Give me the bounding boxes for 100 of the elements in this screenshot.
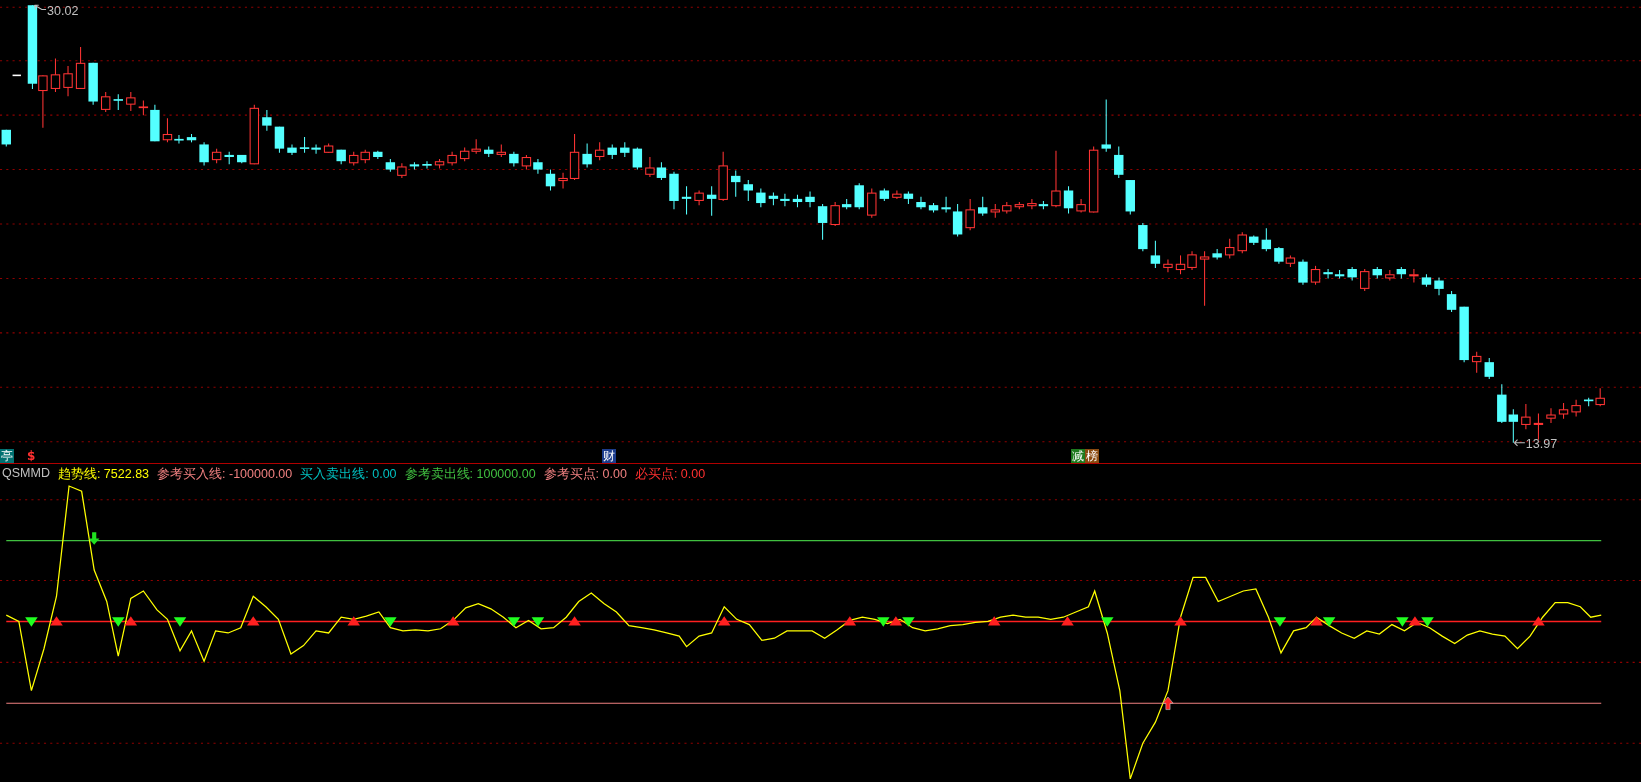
falling-candlestick bbox=[1063, 185, 1074, 215]
falling-candlestick bbox=[1508, 408, 1519, 444]
rising-candlestick bbox=[1533, 412, 1544, 441]
indicator-value: 参考买点: 0.00 bbox=[543, 466, 627, 483]
falling-candlestick bbox=[669, 171, 679, 210]
rising-candlestick bbox=[594, 141, 605, 161]
pointer-icon bbox=[1513, 439, 1526, 447]
falling-candlestick bbox=[620, 141, 630, 158]
event-badge[interactable]: 榜 bbox=[1085, 449, 1099, 463]
falling-candlestick bbox=[1274, 246, 1284, 265]
down-triangle-icon bbox=[531, 617, 545, 627]
falling-candlestick bbox=[533, 158, 543, 175]
rising-candlestick bbox=[434, 158, 445, 170]
up-triangle-icon bbox=[1532, 616, 1545, 626]
down-triangle-icon bbox=[902, 617, 915, 627]
falling-candlestick bbox=[1212, 248, 1222, 261]
rising-candlestick bbox=[1471, 351, 1482, 374]
falling-candlestick bbox=[1101, 98, 1111, 153]
falling-candlestick bbox=[928, 202, 939, 213]
down-triangle-icon bbox=[1322, 617, 1336, 627]
rising-candlestick bbox=[38, 74, 48, 129]
falling-candlestick bbox=[632, 147, 643, 171]
rising-candlestick bbox=[718, 151, 728, 202]
up-triangle-icon bbox=[889, 616, 903, 626]
indicator-value: 趋势线: 7522.83 bbox=[57, 466, 150, 483]
rising-candlestick bbox=[1002, 201, 1012, 215]
falling-candlestick bbox=[854, 182, 864, 210]
pointer-icon bbox=[34, 4, 47, 10]
rising-candlestick bbox=[471, 138, 481, 155]
falling-candlestick bbox=[1125, 179, 1135, 216]
falling-candlestick bbox=[582, 142, 592, 168]
rising-candlestick bbox=[694, 189, 704, 206]
rising-candlestick bbox=[397, 162, 407, 179]
falling-candlestick bbox=[903, 191, 914, 205]
falling-candlestick bbox=[1323, 268, 1333, 279]
up-triangle-icon bbox=[843, 616, 857, 626]
falling-candlestick bbox=[817, 203, 828, 241]
rising-candlestick bbox=[965, 198, 975, 231]
down-triangle-icon bbox=[384, 617, 397, 627]
rising-candlestick bbox=[1546, 407, 1556, 424]
rising-candlestick bbox=[63, 65, 73, 97]
falling-candlestick bbox=[1038, 200, 1049, 210]
indicator-value: 参考买入线: -100000.00 bbox=[157, 466, 293, 483]
falling-candlestick bbox=[1261, 227, 1272, 252]
falling-candlestick bbox=[385, 158, 396, 173]
rising-candlestick bbox=[1558, 402, 1569, 420]
falling-candlestick bbox=[1298, 259, 1308, 286]
up-triangle-icon bbox=[717, 616, 731, 626]
rising-candlestick bbox=[101, 91, 111, 113]
high-price-label: 30.02 bbox=[47, 3, 79, 18]
falling-candlestick bbox=[112, 93, 124, 111]
rising-candlestick bbox=[1088, 146, 1099, 213]
up-triangle-icon bbox=[987, 616, 1001, 626]
event-badge[interactable]: 亭 bbox=[0, 449, 14, 463]
rising-candlestick bbox=[447, 151, 457, 166]
up-triangle-icon bbox=[568, 616, 581, 626]
falling-candlestick bbox=[1372, 266, 1382, 279]
falling-candlestick bbox=[1249, 235, 1259, 246]
rising-candlestick bbox=[830, 201, 840, 227]
falling-candlestick bbox=[1334, 269, 1345, 279]
falling-candlestick bbox=[199, 141, 209, 166]
rising-candlestick bbox=[360, 149, 370, 164]
falling-candlestick bbox=[237, 154, 247, 164]
rising-candlestick bbox=[126, 91, 136, 112]
dash-mark bbox=[11, 74, 22, 77]
falling-candlestick bbox=[780, 193, 790, 207]
falling-candlestick bbox=[509, 151, 519, 167]
falling-candlestick bbox=[1, 129, 11, 148]
event-badge[interactable]: 减 bbox=[1071, 449, 1085, 463]
event-marker[interactable]: $ bbox=[26, 449, 37, 463]
falling-candlestick bbox=[1138, 222, 1148, 252]
falling-candlestick bbox=[1583, 397, 1595, 407]
falling-candlestick bbox=[841, 198, 852, 210]
falling-candlestick bbox=[150, 104, 160, 142]
falling-candlestick bbox=[262, 109, 272, 132]
rising-candlestick bbox=[990, 203, 1000, 219]
rising-candlestick bbox=[1237, 231, 1247, 254]
falling-candlestick bbox=[805, 191, 815, 208]
falling-candlestick bbox=[731, 170, 741, 198]
falling-candlestick bbox=[1446, 290, 1457, 313]
rising-candlestick bbox=[496, 143, 506, 158]
event-badge[interactable]: 财 bbox=[602, 449, 616, 463]
falling-candlestick bbox=[792, 194, 803, 208]
indicator-value: 参考卖出线: 100000.00 bbox=[404, 466, 536, 483]
down-triangle-icon bbox=[25, 617, 38, 627]
falling-candlestick bbox=[88, 62, 98, 106]
down-triangle-icon bbox=[877, 617, 890, 627]
falling-candlestick bbox=[336, 149, 346, 165]
down-triangle-icon bbox=[507, 617, 521, 627]
rising-candlestick bbox=[50, 58, 61, 93]
falling-candlestick bbox=[173, 134, 185, 144]
falling-candlestick bbox=[656, 161, 667, 181]
rising-candlestick bbox=[1360, 268, 1370, 292]
falling-candlestick bbox=[706, 185, 717, 217]
rising-candlestick bbox=[645, 156, 655, 178]
indicator-name: QSMMD bbox=[2, 466, 50, 482]
rising-candlestick bbox=[1521, 403, 1531, 430]
down-triangle-icon bbox=[112, 617, 125, 627]
up-triangle-icon bbox=[1174, 616, 1187, 626]
falling-candlestick bbox=[756, 187, 766, 208]
